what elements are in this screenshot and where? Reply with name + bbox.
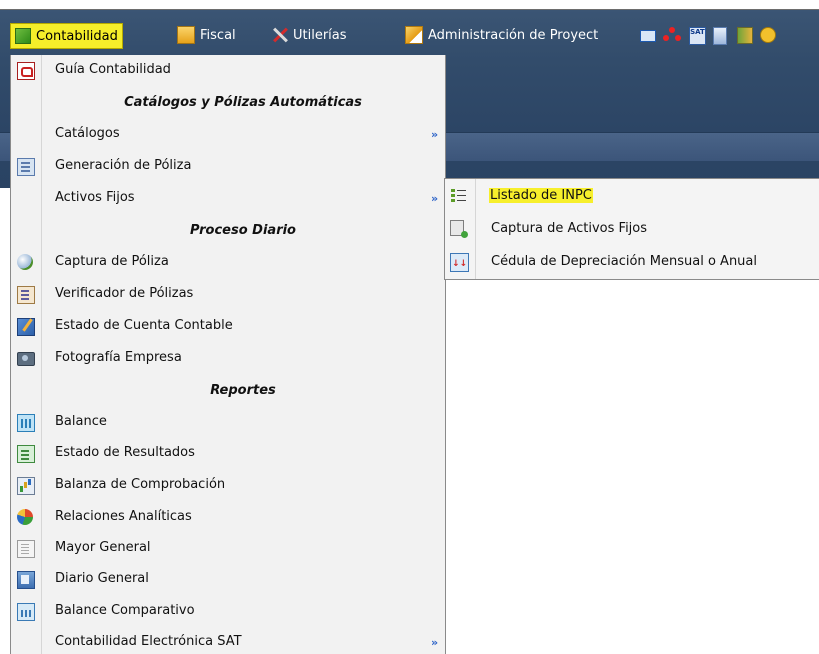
message-icon[interactable] bbox=[640, 30, 656, 42]
general-journal-icon bbox=[17, 571, 35, 589]
depreciation-icon bbox=[450, 253, 469, 272]
menu-item-captura-poliza[interactable]: Captura de Póliza bbox=[11, 247, 445, 278]
menu-item-relaciones-analiticas[interactable]: Relaciones Analíticas bbox=[11, 502, 445, 533]
menu-item-label: Balance Comparativo bbox=[55, 603, 195, 618]
menu-item-balance-comparativo[interactable]: Balance Comparativo bbox=[11, 596, 445, 627]
submenu-arrow-icon: » bbox=[431, 636, 439, 649]
network-icon[interactable] bbox=[663, 27, 680, 44]
menu-contabilidad[interactable]: Contabilidad bbox=[10, 23, 123, 49]
section-header-proceso-diario: Proceso Diario bbox=[189, 223, 296, 238]
menu-item-label: Balance bbox=[55, 414, 107, 429]
menu-item-label: Generación de Póliza bbox=[55, 158, 192, 173]
menu-fiscal[interactable]: Fiscal bbox=[177, 24, 236, 46]
policy-verifier-icon bbox=[17, 286, 35, 304]
sat-icon[interactable]: SAT bbox=[689, 27, 706, 45]
pdf-icon bbox=[17, 62, 35, 80]
general-ledger-icon bbox=[17, 540, 35, 558]
menu-item-guia-contabilidad[interactable]: Guía Contabilidad bbox=[11, 55, 445, 86]
menu-item-mayor-general[interactable]: Mayor General bbox=[11, 533, 445, 564]
menu-item-label: Catálogos bbox=[55, 126, 120, 141]
menu-item-generacion-poliza[interactable]: Generación de Póliza bbox=[11, 151, 445, 182]
menu-item-label: Relaciones Analíticas bbox=[55, 509, 192, 524]
balance-icon bbox=[17, 414, 35, 432]
policy-capture-icon bbox=[17, 254, 33, 270]
menu-item-label: Activos Fijos bbox=[55, 190, 135, 205]
menu-item-estado-resultados[interactable]: Estado de Resultados bbox=[11, 438, 445, 469]
submenu-item-label: Cédula de Depreciación Mensual o Anual bbox=[491, 254, 757, 269]
menu-item-label: Guía Contabilidad bbox=[55, 62, 171, 77]
menu-item-label: Estado de Resultados bbox=[55, 445, 195, 460]
menu-item-contabilidad-electronica-sat[interactable]: Contabilidad Electrónica SAT » bbox=[11, 627, 445, 654]
activos-fijos-submenu: Listado de INPC Captura de Activos Fijos… bbox=[444, 178, 819, 280]
menu-contabilidad-label: Contabilidad bbox=[36, 28, 118, 44]
menu-item-fotografia-empresa[interactable]: Fotografía Empresa bbox=[11, 343, 445, 374]
list-icon bbox=[450, 187, 467, 204]
exit-icon[interactable] bbox=[737, 27, 753, 44]
menu-item-catalogos[interactable]: Catálogos » bbox=[11, 119, 445, 150]
menu-fiscal-label: Fiscal bbox=[200, 27, 236, 43]
asset-capture-icon bbox=[450, 220, 468, 238]
pie-chart-icon bbox=[17, 509, 33, 525]
calculator-icon[interactable] bbox=[713, 27, 727, 45]
submenu-arrow-icon: » bbox=[431, 192, 439, 205]
menu-bar-row: Contabilidad Fiscal Utilerías Administra… bbox=[0, 10, 819, 56]
section-header-reportes: Reportes bbox=[210, 383, 276, 398]
menu-item-label: Fotografía Empresa bbox=[55, 350, 182, 365]
comparative-balance-icon bbox=[17, 603, 35, 621]
menu-item-label: Mayor General bbox=[55, 540, 151, 555]
tools-icon bbox=[272, 27, 288, 43]
menu-item-balanza-comprobacion[interactable]: Balanza de Comprobación bbox=[11, 470, 445, 501]
section-header-catalogos: Catálogos y Pólizas Automáticas bbox=[124, 95, 362, 110]
menu-item-diario-general[interactable]: Diario General bbox=[11, 564, 445, 595]
help-icon[interactable] bbox=[760, 27, 776, 43]
submenu-item-label: Listado de INPC bbox=[489, 188, 593, 203]
submenu-item-cedula-depreciacion[interactable]: Cédula de Depreciación Mensual o Anual bbox=[445, 245, 819, 278]
sat-icon-text: SAT bbox=[690, 28, 705, 36]
account-statement-icon bbox=[17, 318, 35, 336]
submenu-item-listado-inpc[interactable]: Listado de INPC bbox=[445, 179, 819, 212]
project-admin-icon bbox=[405, 26, 423, 44]
menu-utilerias-label: Utilerías bbox=[293, 27, 347, 43]
menu-administracion-label: Administración de Proyect bbox=[428, 27, 599, 43]
submenu-item-captura-activos[interactable]: Captura de Activos Fijos bbox=[445, 212, 819, 245]
submenu-arrow-icon: » bbox=[431, 128, 439, 141]
menu-item-label: Captura de Póliza bbox=[55, 254, 169, 269]
fiscal-folder-icon bbox=[177, 26, 195, 44]
policy-generation-icon bbox=[17, 158, 35, 176]
income-statement-icon bbox=[17, 445, 35, 463]
menu-item-verificador-polizas[interactable]: Verificador de Pólizas bbox=[11, 279, 445, 310]
accounting-icon bbox=[15, 28, 31, 44]
menu-item-label: Contabilidad Electrónica SAT bbox=[55, 634, 242, 649]
menu-item-activos-fijos[interactable]: Activos Fijos » bbox=[11, 183, 445, 214]
menu-item-label: Verificador de Pólizas bbox=[55, 286, 194, 301]
submenu-item-label: Captura de Activos Fijos bbox=[491, 221, 648, 236]
contabilidad-dropdown-menu: Guía Contabilidad Catálogos y Pólizas Au… bbox=[10, 55, 446, 654]
menu-administracion[interactable]: Administración de Proyect bbox=[405, 24, 598, 46]
menu-item-label: Balanza de Comprobación bbox=[55, 477, 226, 492]
menu-utilerias[interactable]: Utilerías bbox=[272, 24, 347, 46]
menu-item-estado-cuenta[interactable]: Estado de Cuenta Contable bbox=[11, 311, 445, 342]
menu-item-label: Diario General bbox=[55, 571, 149, 586]
menu-item-label: Estado de Cuenta Contable bbox=[55, 318, 233, 333]
menu-item-balance[interactable]: Balance bbox=[11, 407, 445, 438]
camera-icon bbox=[17, 352, 35, 366]
trial-balance-icon bbox=[17, 477, 35, 495]
